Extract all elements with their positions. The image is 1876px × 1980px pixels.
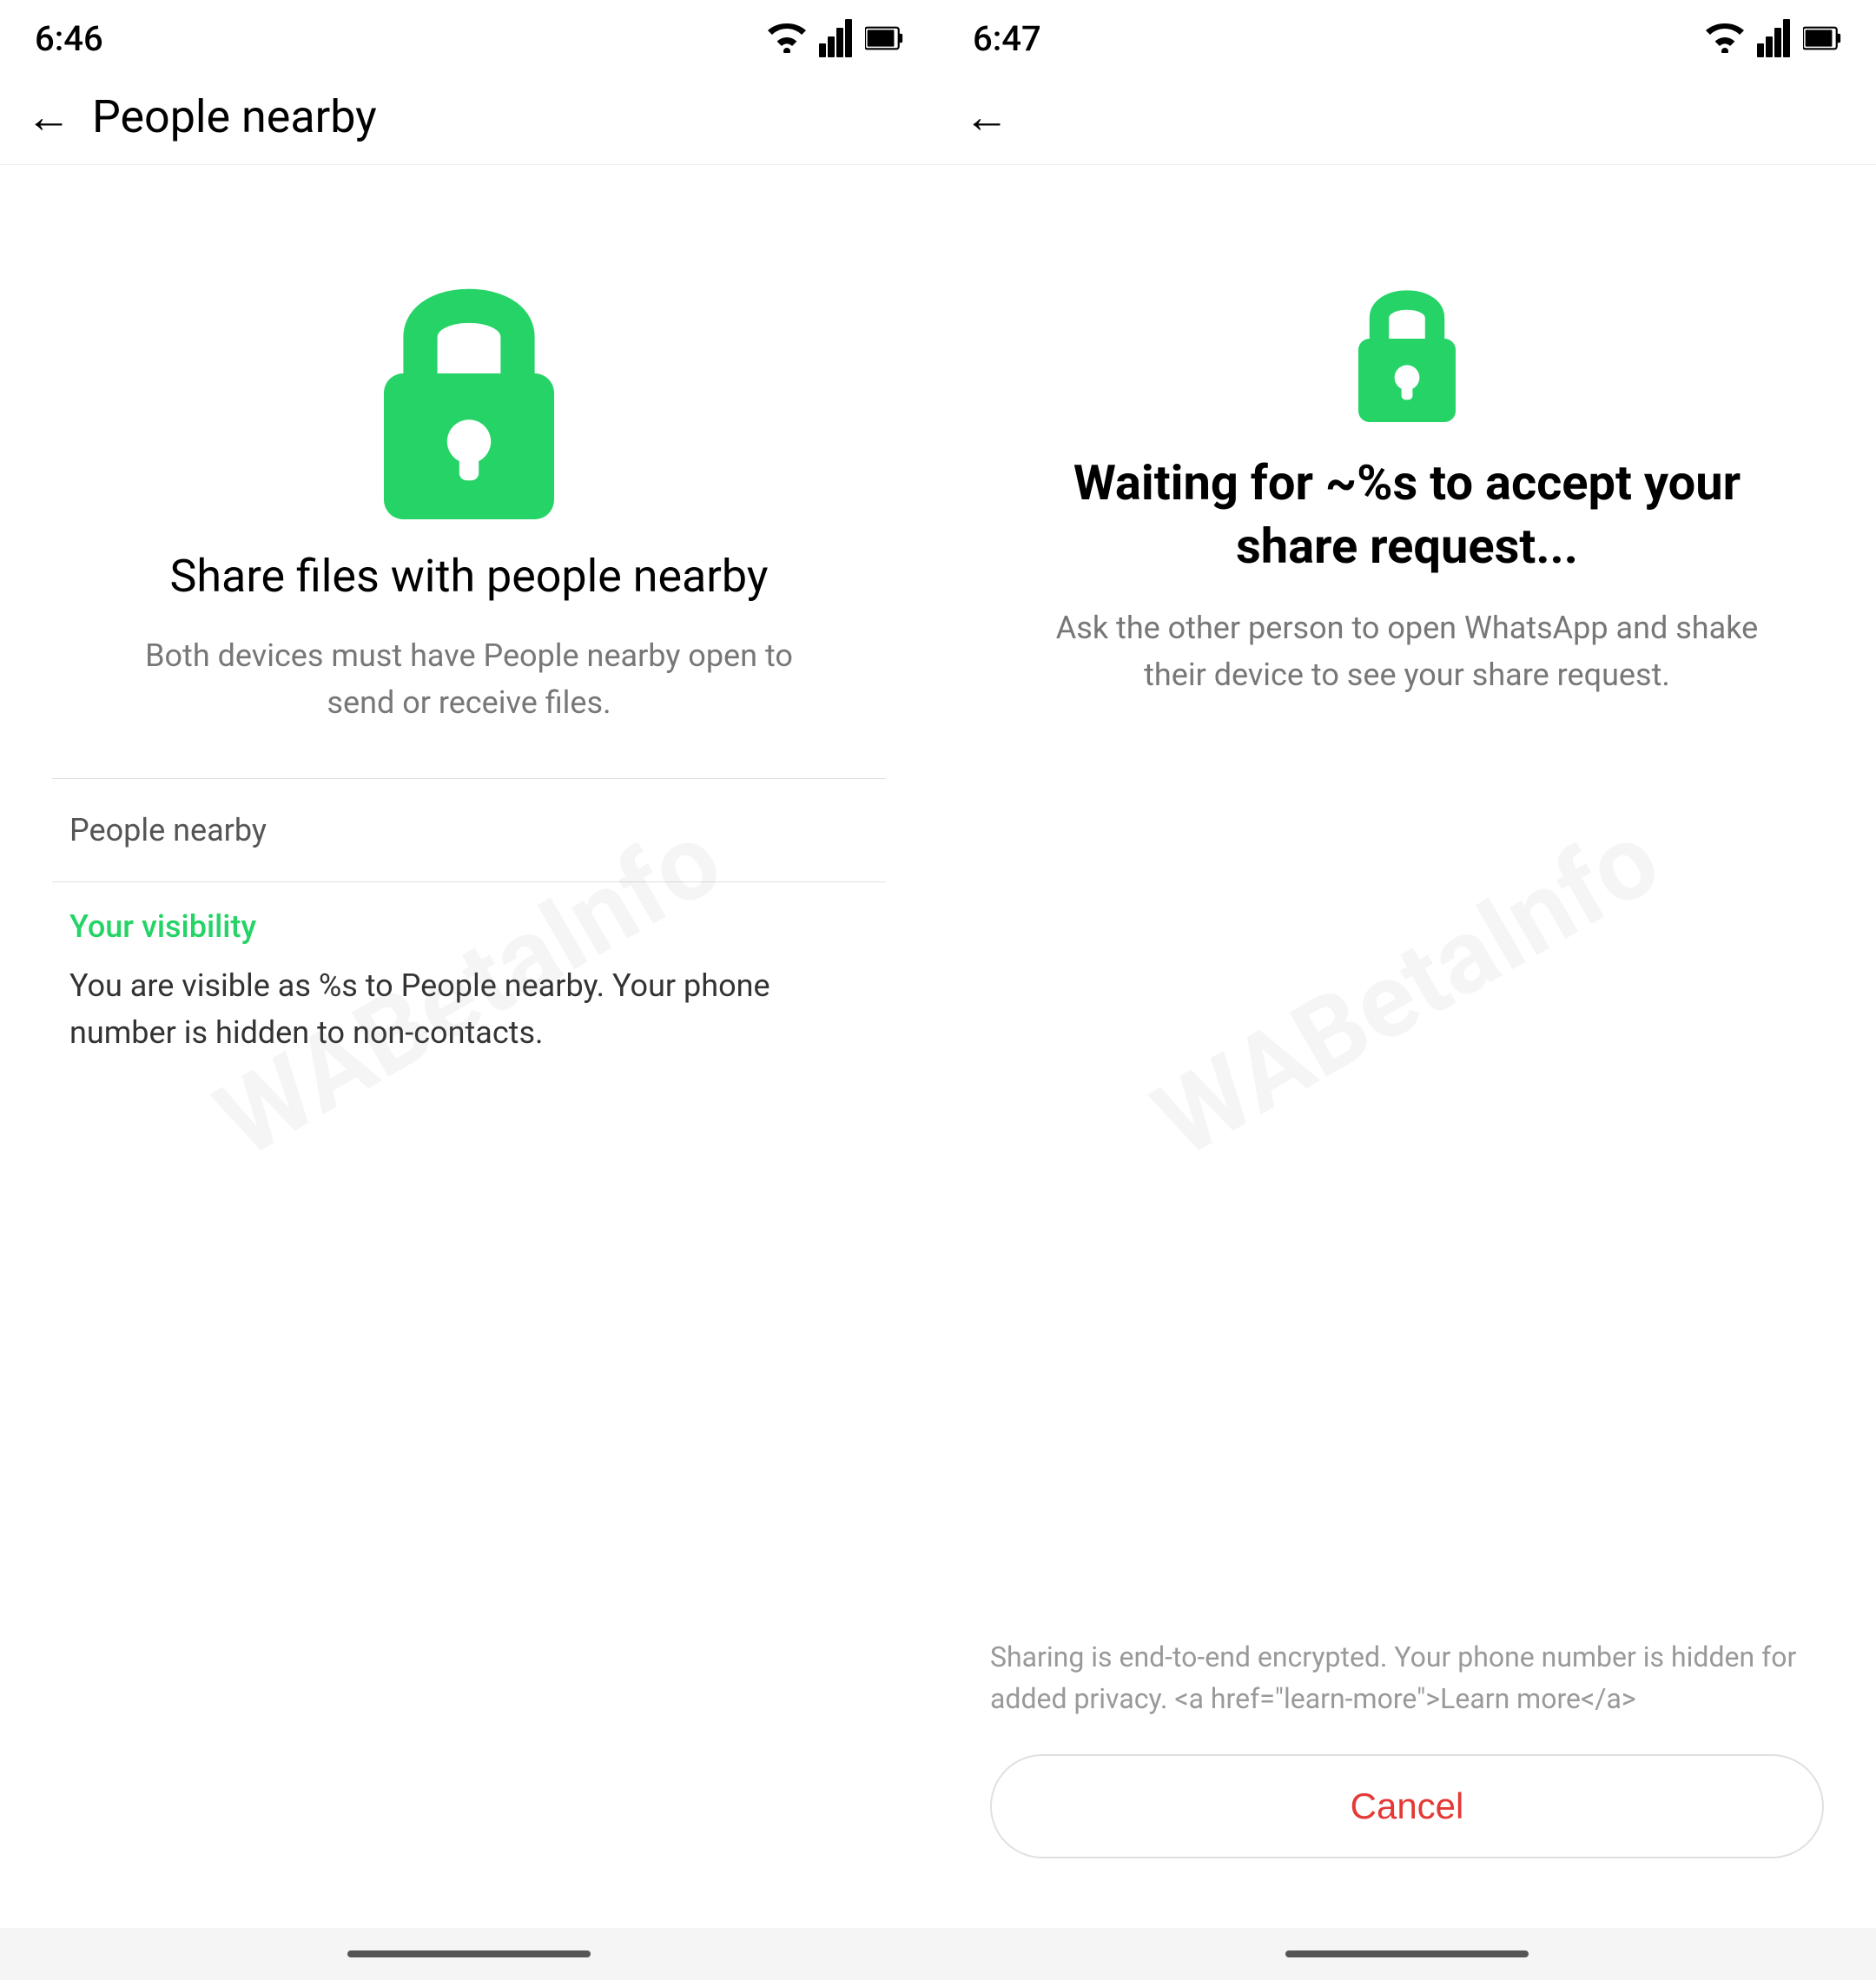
right-screen: WABetaInfo 6:47 [938,0,1876,1980]
home-indicator-left [0,1928,938,1980]
back-button-left[interactable]: ← [26,95,71,140]
visibility-text: You are visible as %s to People nearby. … [69,962,869,1056]
waiting-subtitle: Ask the other person to open WhatsApp an… [1038,604,1776,698]
main-content-right: Waiting for ~%s to accept your share req… [938,165,1876,1636]
left-screen: WABetaInfo 6:46 [0,0,938,1980]
divider-top [52,778,886,779]
visibility-heading: Your visibility [69,908,869,945]
bottom-section-right: Sharing is end-to-end encrypted. Your ph… [938,1636,1876,1928]
battery-icon-left [865,19,903,57]
status-time-right: 6:47 [973,18,1041,59]
divider-bottom [52,881,886,882]
back-button-right[interactable]: ← [964,95,1009,140]
page-title-left: People nearby [92,90,377,143]
lock-icon-small [1338,269,1476,408]
battery-icon-right [1803,19,1841,57]
status-bar-left: 6:46 [0,0,938,69]
encrypted-text: Sharing is end-to-end encrypted. Your ph… [990,1636,1824,1719]
wifi-icon-left [768,19,806,57]
signal-icon-right [1754,19,1793,57]
status-time-left: 6:46 [35,18,103,59]
waiting-title: Waiting for ~%s to accept your share req… [1016,452,1798,578]
app-bar-left: ← People nearby [0,69,938,165]
home-bar-right [1285,1950,1529,1957]
lock-icon-large [347,252,591,495]
wifi-icon-right [1706,19,1744,57]
status-bar-right: 6:47 [938,0,1876,69]
people-nearby-label: People nearby [52,788,886,873]
app-bar-right: ← [938,69,1876,165]
signal-icon-left [816,19,855,57]
visibility-section: Your visibility You are visible as %s to… [52,891,886,1056]
status-icons-left [768,19,903,57]
home-bar-left [347,1950,591,1957]
share-subtitle: Both devices must have People nearby ope… [122,632,816,726]
cancel-button[interactable]: Cancel [990,1754,1824,1858]
share-title: Share files with people nearby [170,547,769,606]
home-indicator-right [938,1928,1876,1980]
status-icons-right [1706,19,1841,57]
main-content-left: Share files with people nearby Both devi… [0,165,938,1928]
